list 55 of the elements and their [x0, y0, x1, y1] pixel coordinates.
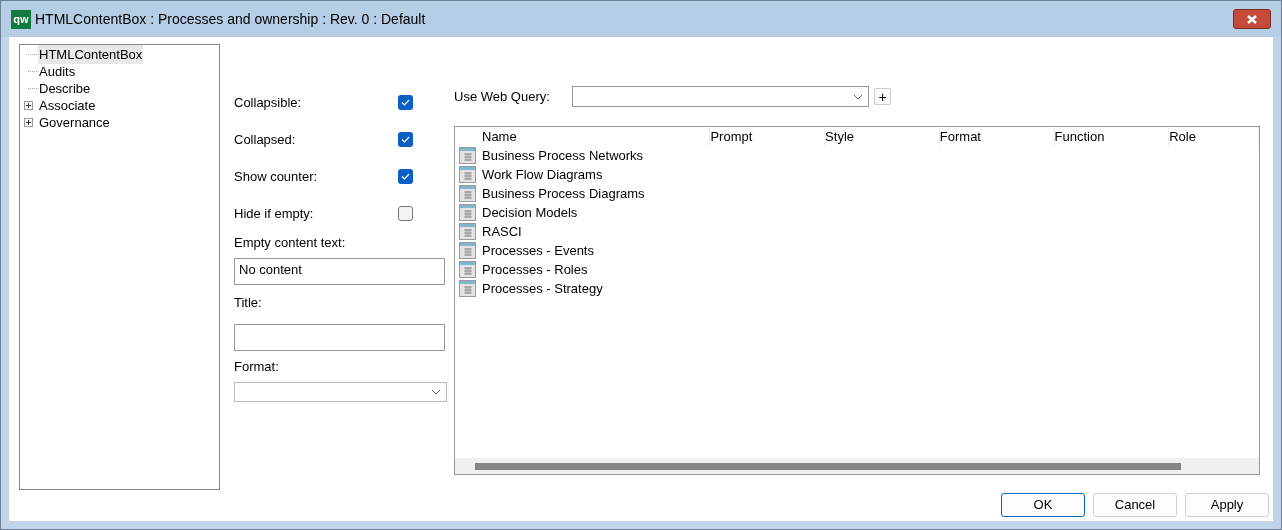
- option-label: Collapsed:: [234, 130, 296, 149]
- column-header[interactable]: Format: [939, 126, 1055, 147]
- table-cell[interactable]: Processes - Roles: [482, 259, 588, 280]
- field-label: Use Web Query:: [454, 87, 551, 106]
- add-button[interactable]: +: [874, 88, 891, 105]
- checkbox[interactable]: [398, 95, 413, 110]
- table-cell[interactable]: Business Process Diagrams: [482, 183, 645, 204]
- close-button[interactable]: [1233, 9, 1271, 29]
- table-cell[interactable]: Work Flow Diagrams: [482, 164, 603, 185]
- dialog-button[interactable]: OK: [1001, 493, 1085, 517]
- table-cell[interactable]: Processes - Events: [482, 240, 594, 261]
- field-label: Title:: [234, 293, 263, 312]
- option-label: Show counter:: [234, 167, 318, 186]
- table-icon: [459, 185, 476, 202]
- check-icon: [401, 99, 410, 106]
- check-icon: [401, 136, 410, 143]
- table-icon: [459, 242, 476, 259]
- column-header[interactable]: Name: [482, 126, 711, 147]
- option-label: Collapsible:: [234, 93, 302, 112]
- checkbox[interactable]: [398, 132, 413, 147]
- checkbox[interactable]: [398, 169, 413, 184]
- chevron-down-icon: [853, 93, 863, 100]
- table-icon: [459, 166, 476, 183]
- table-icon: [459, 280, 476, 297]
- checkbox[interactable]: [398, 206, 413, 221]
- expand-icon[interactable]: [24, 101, 33, 110]
- table-icon: [459, 223, 476, 240]
- tree-item[interactable]: HTMLContentBox: [38, 44, 144, 65]
- column-header[interactable]: Style: [825, 126, 940, 147]
- dialog-button[interactable]: Apply: [1185, 493, 1269, 517]
- dropdown[interactable]: [572, 86, 869, 107]
- table-cell[interactable]: Decision Models: [482, 202, 578, 223]
- option-label: Hide if empty:: [234, 204, 314, 223]
- table-icon: [459, 147, 476, 164]
- field-label: Empty content text:: [234, 234, 347, 252]
- window-title: HTMLContentBox : Processes and ownership : Rev. 0 : Default: [35, 9, 426, 29]
- check-icon: [401, 173, 410, 180]
- input-field[interactable]: No content: [234, 257, 445, 285]
- table-cell[interactable]: Processes - Strategy: [482, 278, 603, 299]
- expand-icon[interactable]: [24, 118, 33, 127]
- chevron-down-icon: [431, 388, 441, 395]
- dialog-button[interactable]: Cancel: [1093, 493, 1177, 517]
- table-icon: [459, 261, 476, 278]
- field-label: Format:: [234, 358, 280, 376]
- input-field[interactable]: [234, 324, 445, 351]
- scrollbar-thumb[interactable]: [475, 462, 1181, 470]
- horizontal-scrollbar[interactable]: [455, 458, 1259, 474]
- table-cell[interactable]: Business Process Networks: [482, 145, 644, 166]
- table-cell[interactable]: RASCI: [482, 221, 522, 242]
- close-icon: [1246, 13, 1258, 25]
- column-header[interactable]: Prompt: [710, 126, 826, 147]
- column-header[interactable]: Function: [1054, 126, 1170, 147]
- app-logo: qw: [11, 9, 31, 29]
- table-icon: [459, 204, 476, 221]
- column-header[interactable]: Role: [1169, 126, 1259, 147]
